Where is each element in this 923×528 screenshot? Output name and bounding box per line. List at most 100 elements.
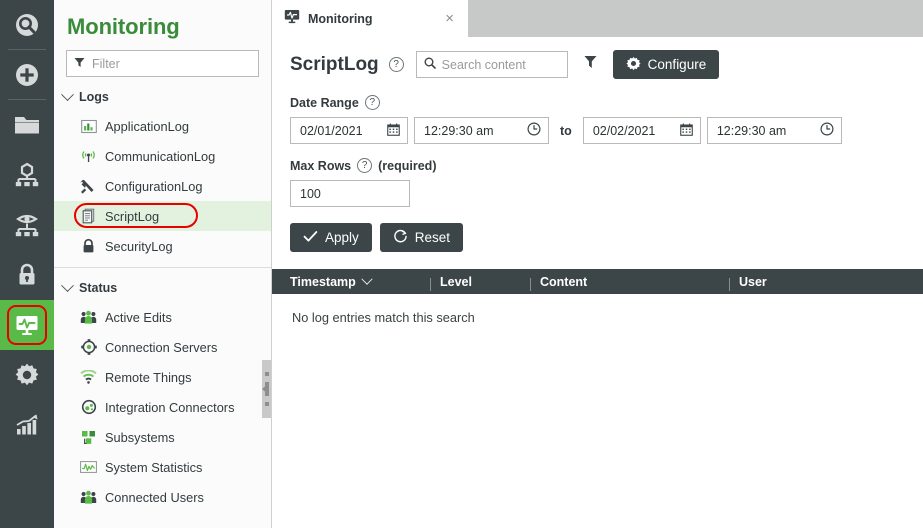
application-window: Monitoring Filter Logs ApplicationLog Co…: [0, 0, 923, 528]
date-range-inputs: 02/01/2021 12:29:30 am to 02/02/2021 12:…: [290, 117, 923, 144]
sidebar-item-label: Active Edits: [105, 309, 172, 325]
tab-bar: Monitoring ×: [272, 0, 923, 37]
date-range-label-row: Date Range ?: [290, 95, 923, 110]
column-header-level[interactable]: Level: [430, 275, 540, 291]
sidebar-item-label: ScriptLog: [105, 208, 160, 224]
search-icon: [424, 56, 436, 74]
calendar-icon[interactable]: [679, 123, 693, 139]
max-rows-input-row: 100: [290, 180, 923, 207]
chevron-left-icon: [262, 383, 269, 395]
rail-item-modeling[interactable]: [0, 150, 54, 200]
nav-group-status[interactable]: Status: [54, 268, 271, 302]
funnel-icon: [74, 55, 85, 73]
lock-icon: [80, 238, 97, 255]
rail-item-search[interactable]: [0, 0, 54, 50]
max-rows-input[interactable]: 100: [290, 180, 410, 207]
page-title: Monitoring: [67, 14, 180, 39]
tab-monitoring[interactable]: Monitoring ×: [272, 0, 468, 37]
column-divider: [729, 277, 730, 291]
eye-hierarchy-icon: [13, 212, 41, 238]
close-icon[interactable]: ×: [441, 9, 458, 28]
connector-circle-icon: [80, 399, 97, 416]
end-date-input[interactable]: 02/02/2021: [582, 117, 701, 144]
rail-item-configuration[interactable]: [0, 350, 54, 400]
apply-button[interactable]: Apply: [290, 223, 372, 252]
sidebar-item-securitylog[interactable]: SecurityLog: [54, 231, 271, 261]
sidebar-item-label: SecurityLog: [105, 238, 173, 254]
filter-button[interactable]: [578, 55, 603, 74]
sidebar-item-label: Integration Connectors: [105, 399, 235, 415]
bar-chart-log-icon: [80, 118, 97, 135]
sidebar-item-label: ApplicationLog: [105, 118, 189, 134]
wifi-icon: [80, 369, 97, 386]
bar-chart-icon: [14, 413, 40, 437]
reset-button[interactable]: Reset: [379, 223, 464, 252]
tab-label: Monitoring: [308, 11, 373, 26]
search-content-input[interactable]: Search content: [415, 51, 568, 78]
sidebar-item-connection-servers[interactable]: Connection Servers: [54, 332, 271, 362]
sidebar-item-label: Connection Servers: [105, 339, 218, 355]
configure-button[interactable]: Configure: [612, 50, 720, 79]
main-content-area: Monitoring × ScriptLog ? Search content: [272, 0, 923, 528]
column-label: User: [739, 274, 767, 289]
rail-item-monitoring[interactable]: [0, 300, 54, 350]
help-icon[interactable]: ?: [388, 57, 404, 72]
max-rows-label: Max Rows: [290, 158, 352, 173]
rail-item-visualization[interactable]: [0, 200, 54, 250]
end-time-input[interactable]: 12:29:30 am: [706, 117, 842, 144]
sidebar-item-communicationlog[interactable]: CommunicationLog: [54, 141, 271, 171]
help-icon[interactable]: ?: [357, 158, 373, 173]
reset-label: Reset: [414, 230, 451, 245]
rail-item-add[interactable]: [0, 50, 54, 100]
date-range-to-label: to: [560, 123, 572, 138]
chevron-down-icon: [361, 273, 373, 285]
start-time-input[interactable]: 12:29:30 am: [414, 117, 549, 144]
sidebar-item-label: Subsystems: [105, 429, 175, 445]
check-icon: [303, 230, 318, 246]
clock-icon[interactable]: [820, 122, 834, 139]
column-divider: [430, 277, 431, 291]
column-divider: [530, 277, 531, 291]
sidebar-filter-input[interactable]: Filter: [66, 50, 259, 77]
sidebar-item-label: Connected Users: [105, 489, 204, 505]
sidebar-item-label: ConfigurationLog: [105, 178, 203, 194]
sidebar-item-label: Remote Things: [105, 369, 192, 385]
sidebar-item-active-edits[interactable]: Active Edits: [54, 302, 271, 332]
folder-icon: [13, 113, 41, 137]
form-actions: Apply Reset: [290, 223, 923, 252]
nav-group-logs[interactable]: Logs: [54, 77, 271, 111]
sidebar-item-configurationlog[interactable]: ConfigurationLog: [54, 171, 271, 201]
start-time-value: 12:29:30 am: [424, 123, 494, 138]
rail-item-analytics[interactable]: [0, 400, 54, 450]
help-icon[interactable]: ?: [364, 95, 380, 110]
sidebar-item-integration-connectors[interactable]: Integration Connectors: [54, 392, 271, 422]
rail-item-browse[interactable]: [0, 100, 54, 150]
max-rows-value: 100: [300, 186, 321, 201]
column-header-content[interactable]: Content: [530, 275, 739, 291]
nav-group-label: Logs: [79, 90, 109, 104]
sidebar-item-subsystems[interactable]: Subsystems: [54, 422, 271, 452]
panel-collapse-handle[interactable]: [262, 360, 271, 418]
calendar-icon[interactable]: [387, 123, 400, 139]
sidebar-item-scriptlog[interactable]: ScriptLog: [54, 201, 271, 231]
sidebar-item-system-statistics[interactable]: System Statistics: [54, 452, 271, 482]
log-table-header: Timestamp Level Content User: [272, 269, 923, 294]
clock-icon[interactable]: [527, 122, 541, 139]
users-group-icon: [80, 309, 97, 326]
start-date-input[interactable]: 02/01/2021: [290, 117, 408, 144]
column-header-user[interactable]: User: [729, 274, 923, 291]
plus-circle-icon: [14, 62, 40, 88]
column-label: Timestamp: [290, 274, 356, 289]
pulse-chart-icon: [80, 459, 97, 476]
sidebar-item-connected-users[interactable]: Connected Users: [54, 482, 271, 512]
column-header-timestamp[interactable]: Timestamp: [290, 273, 440, 289]
date-range-label: Date Range: [290, 95, 359, 110]
sidebar-item-applicationlog[interactable]: ApplicationLog: [54, 111, 271, 141]
rail-item-security[interactable]: [0, 250, 54, 300]
gear-icon: [14, 362, 40, 388]
search-placeholder: Search content: [441, 57, 526, 72]
sidebar-item-remote-things[interactable]: Remote Things: [54, 362, 271, 392]
tools-icon: [80, 178, 97, 195]
hierarchy-icon: [13, 162, 41, 188]
scriptlog-toolbar: ScriptLog ? Search content Configure: [290, 37, 923, 79]
